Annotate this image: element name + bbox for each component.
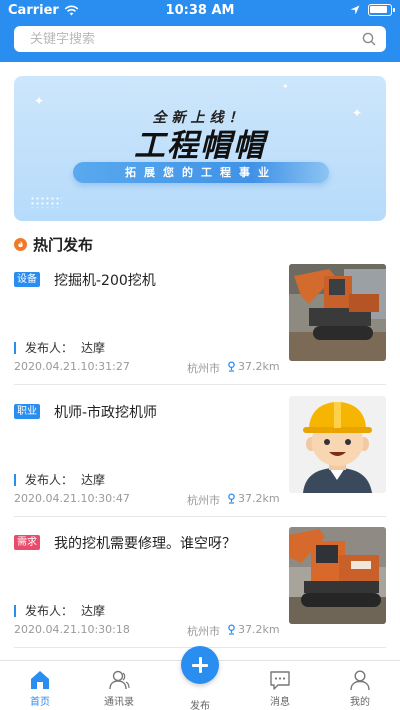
worker-avatar[interactable] — [289, 396, 386, 493]
category-tag: 设备 — [14, 272, 40, 287]
publish-button[interactable] — [181, 646, 219, 684]
clock: 10:38 AM — [165, 3, 235, 18]
search-input[interactable] — [30, 31, 362, 47]
section-header: 热门发布 — [14, 234, 93, 255]
contacts-icon — [109, 670, 130, 690]
publisher-line: 发布人： 达摩 — [14, 342, 105, 354]
tab-mine-label: 我的 — [350, 697, 370, 708]
divider — [14, 384, 386, 385]
post-title[interactable]: 挖掘机-200挖机 — [54, 270, 156, 290]
home-icon — [31, 671, 49, 689]
post-date: 2020.04.21.10:30:18 — [14, 623, 130, 636]
publisher-line: 发布人： 达摩 — [14, 605, 105, 617]
banner-title: 工程帽帽 — [134, 128, 266, 164]
category-tag: 需求 — [14, 535, 40, 550]
post-card[interactable]: 需求 我的挖机需要修理。谁空呀？ 发布人： 达摩 2020.04.21.10:30… — [14, 527, 386, 653]
status-bar: Carrier 10:38 AM — [0, 0, 400, 22]
publisher-name: 达摩 — [81, 473, 106, 487]
location-pin-icon — [228, 624, 235, 635]
banner-slogan: 拓展您的工程事业 — [73, 162, 329, 183]
location-arrow-icon — [350, 5, 360, 15]
sparkle-icon: ✦ — [282, 82, 289, 91]
distance-value: 37.2km — [238, 492, 280, 505]
search-icon[interactable] — [362, 32, 376, 46]
post-title[interactable]: 机师-市政挖机师 — [54, 402, 157, 422]
message-icon — [270, 671, 290, 690]
post-date: 2020.04.21.10:30:47 — [14, 492, 130, 505]
publisher-name: 达摩 — [81, 604, 106, 618]
publisher-line: 发布人： 达摩 — [14, 474, 105, 486]
post-distance: 37.2km — [227, 360, 280, 373]
flame-icon — [14, 238, 27, 251]
post-title[interactable]: 我的挖机需要修理。谁空呀？ — [54, 533, 236, 553]
post-city: 杭州市 — [187, 625, 220, 638]
tab-messages[interactable]: 消息 — [250, 669, 310, 708]
publisher-label: 发布人： — [25, 341, 74, 355]
distance-value: 37.2km — [238, 360, 280, 373]
publisher-label: 发布人： — [25, 604, 74, 618]
battery-icon — [368, 4, 395, 16]
excavator-photo[interactable] — [289, 264, 386, 361]
tab-contacts[interactable]: 通讯录 — [89, 669, 149, 708]
publisher-label: 发布人： — [25, 473, 74, 487]
sparkle-icon: ✦ — [34, 94, 45, 108]
tab-mine[interactable]: 我的 — [330, 669, 390, 708]
post-distance: 37.2km — [227, 623, 280, 636]
promo-banner[interactable]: ✦ ✦ ✦ 全新上线！ 工程帽帽 拓展您的工程事业 — [14, 76, 386, 221]
location-pin-icon — [228, 493, 235, 504]
user-icon — [350, 670, 370, 691]
tab-home-label: 首页 — [30, 697, 50, 708]
post-distance: 37.2km — [227, 492, 280, 505]
location-pin-icon — [228, 361, 235, 372]
tab-messages-label: 消息 — [270, 697, 290, 708]
post-card[interactable]: 职业 机师-市政挖机师 发布人： 达摩 2020.04.21.10:30:47 杭… — [14, 396, 386, 522]
section-title: 热门发布 — [33, 236, 94, 254]
decorative-dots — [30, 196, 62, 208]
tab-publish-label[interactable]: 发布 — [170, 697, 230, 710]
distance-value: 37.2km — [238, 623, 280, 636]
search-bar[interactable] — [14, 26, 386, 52]
publisher-name: 达摩 — [81, 341, 106, 355]
tab-contacts-label: 通讯录 — [104, 697, 134, 708]
header: Carrier 10:38 AM — [0, 0, 400, 62]
divider — [14, 516, 386, 517]
excavator-photo[interactable] — [289, 527, 386, 624]
post-date: 2020.04.21.10:31:27 — [14, 360, 130, 373]
post-city: 杭州市 — [187, 494, 220, 507]
post-city: 杭州市 — [187, 362, 220, 375]
post-card[interactable]: 设备 挖掘机-200挖机 发布人： 达摩 2020.04.21.10:31:27 … — [14, 264, 386, 390]
category-tag: 职业 — [14, 404, 40, 419]
tab-home[interactable]: 首页 — [10, 669, 70, 708]
